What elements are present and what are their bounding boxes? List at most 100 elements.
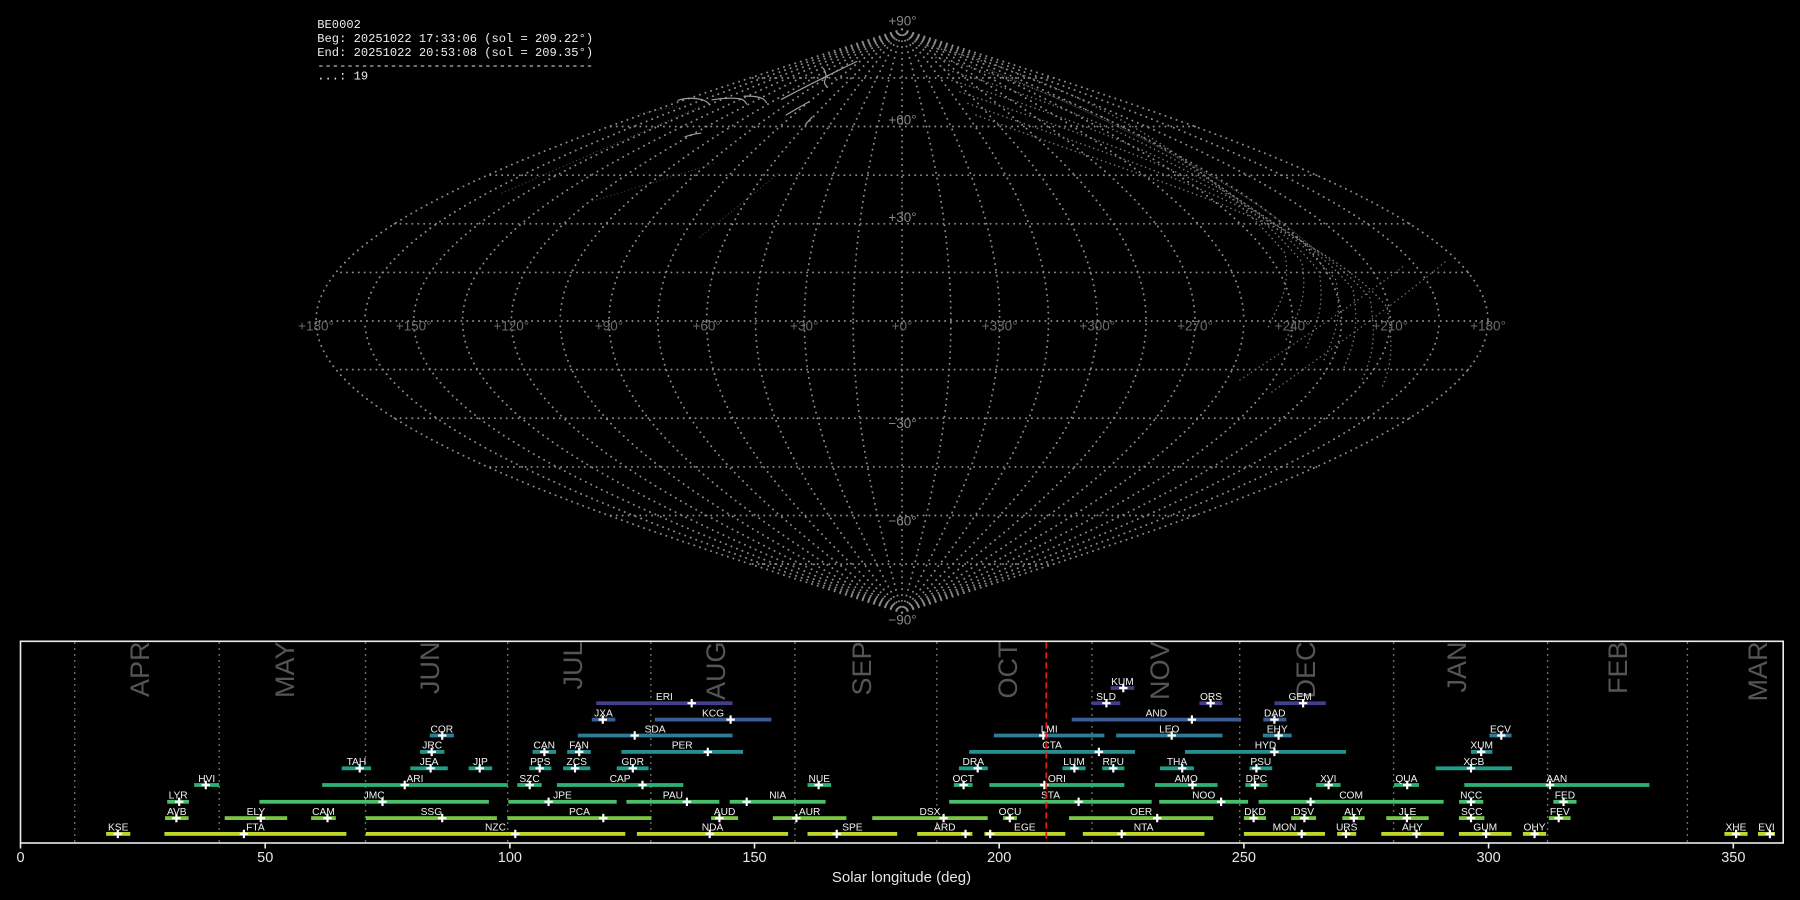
- svg-text:−60°: −60°: [888, 513, 916, 528]
- svg-text:OER: OER: [1130, 807, 1152, 818]
- svg-text:EGE: EGE: [1014, 823, 1036, 834]
- svg-text:ORI: ORI: [1048, 774, 1066, 785]
- svg-text:COR: COR: [430, 724, 453, 735]
- svg-text:LEO: LEO: [1159, 724, 1179, 735]
- svg-text:LYR: LYR: [169, 791, 188, 802]
- svg-text:JUL: JUL: [558, 642, 588, 690]
- svg-text:NIA: NIA: [769, 791, 786, 802]
- svg-text:−90°: −90°: [888, 613, 916, 628]
- svg-text:NUE: NUE: [809, 774, 831, 785]
- svg-text:NOV: NOV: [1145, 642, 1175, 701]
- svg-text:LMI: LMI: [1041, 724, 1058, 735]
- svg-text:NCC: NCC: [1460, 791, 1482, 802]
- svg-text:SSG: SSG: [421, 807, 443, 818]
- svg-text:OCU: OCU: [999, 807, 1022, 818]
- svg-text:PAU: PAU: [663, 791, 683, 802]
- svg-text:+240°: +240°: [1275, 319, 1311, 334]
- svg-text:ZCS: ZCS: [567, 757, 588, 768]
- svg-text:PPS: PPS: [530, 757, 551, 768]
- svg-text:PSU: PSU: [1250, 757, 1271, 768]
- svg-text:CTA: CTA: [1042, 741, 1062, 752]
- svg-text:JXA: JXA: [594, 708, 613, 719]
- svg-text:PER: PER: [672, 741, 693, 752]
- svg-text:AUG: AUG: [701, 642, 731, 701]
- svg-text:HVI: HVI: [198, 774, 215, 785]
- svg-text:NZC: NZC: [485, 823, 506, 834]
- svg-text:CAM: CAM: [312, 807, 335, 818]
- svg-text:JAN: JAN: [1442, 642, 1472, 693]
- svg-text:−30°: −30°: [888, 416, 916, 431]
- svg-text:0: 0: [16, 850, 24, 866]
- svg-text:SLD: SLD: [1096, 692, 1116, 703]
- svg-text:NTA: NTA: [1134, 823, 1154, 834]
- svg-text:LUM: LUM: [1063, 757, 1085, 768]
- svg-text:GEM: GEM: [1288, 692, 1311, 703]
- svg-text:+330°: +330°: [982, 319, 1018, 334]
- svg-text:SZC: SZC: [519, 774, 539, 785]
- svg-text:XUM: XUM: [1470, 741, 1493, 752]
- svg-text:JEA: JEA: [420, 757, 439, 768]
- svg-text:JMC: JMC: [364, 791, 385, 802]
- svg-text:DRA: DRA: [963, 757, 985, 768]
- svg-text:JIP: JIP: [473, 757, 488, 768]
- svg-text:KUM: KUM: [1111, 677, 1134, 688]
- svg-text:QUA: QUA: [1395, 774, 1417, 785]
- svg-text:250: 250: [1232, 850, 1256, 866]
- svg-text:PCA: PCA: [569, 807, 590, 818]
- svg-text:XCB: XCB: [1463, 757, 1484, 768]
- svg-text:AAN: AAN: [1546, 774, 1567, 785]
- svg-text:OCT: OCT: [993, 642, 1023, 699]
- svg-text:DSX: DSX: [920, 807, 941, 818]
- svg-text:MON: MON: [1273, 823, 1297, 834]
- svg-text:SEP: SEP: [847, 642, 877, 696]
- svg-text:MAY: MAY: [270, 642, 300, 699]
- svg-text:ELY: ELY: [247, 807, 266, 818]
- svg-text:Beg: 20251022 17:33:06 (sol =: Beg: 20251022 17:33:06 (sol = 209.22°): [317, 32, 593, 46]
- svg-text:FEB: FEB: [1603, 642, 1633, 695]
- svg-text:JLE: JLE: [1399, 807, 1417, 818]
- svg-text:THA: THA: [1167, 757, 1188, 768]
- svg-text:+90°: +90°: [595, 319, 623, 334]
- svg-text:GDR: GDR: [621, 757, 644, 768]
- svg-text:NDA: NDA: [702, 823, 724, 834]
- svg-text:200: 200: [987, 850, 1011, 866]
- svg-text:SCC: SCC: [1461, 807, 1483, 818]
- svg-text:JPE: JPE: [553, 791, 572, 802]
- svg-text:+60°: +60°: [888, 113, 916, 128]
- svg-text:CAP: CAP: [610, 774, 631, 785]
- svg-text:+210°: +210°: [1372, 319, 1408, 334]
- svg-text:AUD: AUD: [714, 807, 736, 818]
- svg-text:JUN: JUN: [415, 642, 445, 695]
- svg-text:GUM: GUM: [1473, 823, 1497, 834]
- svg-text:AVB: AVB: [167, 807, 187, 818]
- svg-text:+30°: +30°: [790, 319, 818, 334]
- svg-text:FED: FED: [1555, 791, 1575, 802]
- svg-text:Solar longitude (deg): Solar longitude (deg): [832, 869, 971, 886]
- svg-text:+180°: +180°: [1470, 319, 1506, 334]
- svg-text:HYD: HYD: [1255, 741, 1277, 752]
- svg-text:+90°: +90°: [888, 13, 916, 28]
- svg-text:URS: URS: [1336, 823, 1358, 834]
- svg-text:BE0002: BE0002: [317, 18, 361, 32]
- svg-text:OHY: OHY: [1523, 823, 1545, 834]
- svg-text:AMO: AMO: [1175, 774, 1198, 785]
- svg-text:ARD: ARD: [934, 823, 956, 834]
- svg-text:KSE: KSE: [108, 823, 129, 834]
- svg-text:FAN: FAN: [569, 741, 589, 752]
- svg-text:FEV: FEV: [1550, 807, 1570, 818]
- svg-text:AUR: AUR: [799, 807, 821, 818]
- svg-text:APR: APR: [125, 642, 155, 698]
- svg-text:+150°: +150°: [396, 319, 432, 334]
- svg-text:CAN: CAN: [534, 741, 556, 752]
- svg-text:EVI: EVI: [1758, 823, 1774, 834]
- svg-text:EHY: EHY: [1267, 724, 1288, 735]
- svg-text:DKD: DKD: [1244, 807, 1266, 818]
- svg-text:100: 100: [498, 850, 522, 866]
- svg-text:+300°: +300°: [1079, 319, 1115, 334]
- svg-text:+120°: +120°: [493, 319, 529, 334]
- svg-text:ORS: ORS: [1200, 692, 1222, 703]
- svg-text:+60°: +60°: [693, 319, 721, 334]
- svg-text:KCG: KCG: [702, 708, 724, 719]
- svg-text:+30°: +30°: [888, 210, 916, 225]
- svg-text:COM: COM: [1339, 791, 1363, 802]
